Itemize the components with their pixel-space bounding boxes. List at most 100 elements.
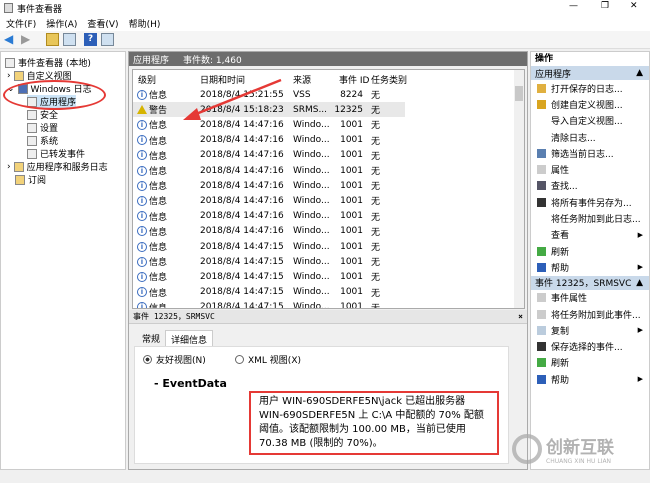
scroll-thumb[interactable] bbox=[515, 86, 523, 101]
event-detail-pane: 事件 12325，SRMSVC × 常规 详细信息 友好视图(N) XML 视图(… bbox=[129, 310, 527, 470]
cell-level: 信息 bbox=[149, 167, 168, 177]
watermark-logo: 创新互联 CHUANG XIN HU LIAN bbox=[512, 428, 647, 470]
action-item[interactable]: 查找... bbox=[531, 178, 649, 194]
table-row[interactable]: i 信息 2018/8/4 14:47:15 Windo... 1001 无 bbox=[133, 285, 405, 300]
logo-mark-icon bbox=[512, 434, 542, 464]
help-icon[interactable]: ? bbox=[84, 33, 97, 46]
menu-view[interactable]: 查看(V) bbox=[87, 17, 118, 30]
table-row[interactable]: i 信息 2018/8/4 14:47:16 Windo... 1001 无 bbox=[133, 224, 405, 239]
table-row[interactable]: i 信息 2018/8/4 14:47:16 Windo... 1001 无 bbox=[133, 133, 405, 148]
folder-icon[interactable] bbox=[46, 33, 59, 46]
action-item[interactable]: 清除日志... bbox=[531, 129, 649, 145]
table-row[interactable]: i 信息 2018/8/4 14:47:15 Windo... 1001 无 bbox=[133, 254, 405, 269]
tree-subscriptions[interactable]: 订阅 bbox=[15, 173, 46, 186]
info-icon: i bbox=[137, 241, 147, 252]
col-source[interactable]: 来源 bbox=[293, 73, 311, 86]
submenu-arrow-icon: ▶ bbox=[637, 326, 643, 335]
action-item[interactable]: 打开保存的日志... bbox=[531, 80, 649, 96]
tree-setup[interactable]: 设置 bbox=[27, 121, 58, 134]
table-row[interactable]: i 信息 2018/8/4 14:47:15 Windo... 1001 无 bbox=[133, 269, 405, 284]
cell-level: 信息 bbox=[149, 121, 168, 132]
minimize-button[interactable]: — bbox=[569, 1, 578, 11]
forward-icon[interactable]: ▶ bbox=[21, 33, 34, 46]
cell-date: 2018/8/4 14:47:16 bbox=[200, 180, 284, 191]
col-event-id[interactable]: 事件 ID bbox=[339, 73, 369, 86]
info-icon: i bbox=[137, 180, 147, 191]
cell-date: 2018/8/4 14:47:16 bbox=[200, 226, 284, 237]
action-item[interactable]: 保存选择的事件... bbox=[531, 338, 649, 354]
action-icon bbox=[537, 374, 546, 384]
cell-date: 2018/8/4 14:47:16 bbox=[200, 150, 284, 161]
action-item[interactable]: 将任务附加到此事件... bbox=[531, 306, 649, 322]
tree-app-services[interactable]: › 应用程序和服务日志 bbox=[7, 160, 108, 173]
table-row[interactable]: i 信息 2018/8/4 14:47:16 Windo... 1001 无 bbox=[133, 193, 405, 208]
cell-date: 2018/8/4 14:47:16 bbox=[200, 135, 284, 146]
info-icon: i bbox=[137, 226, 147, 237]
col-task[interactable]: 任务类别 bbox=[371, 73, 407, 86]
cell-source: Windo... bbox=[293, 241, 330, 252]
action-icon bbox=[537, 99, 546, 109]
tree-root[interactable]: 事件查看器 (本地) bbox=[5, 56, 91, 69]
action-item[interactable]: 刷新 bbox=[531, 243, 649, 259]
cell-event-id: 1001 bbox=[340, 150, 363, 161]
menu-action[interactable]: 操作(A) bbox=[46, 17, 77, 30]
close-detail-button[interactable]: × bbox=[518, 312, 523, 321]
action-icon bbox=[537, 246, 546, 256]
table-row[interactable]: i 信息 2018/8/4 14:47:15 Windo... 1001 无 bbox=[133, 300, 405, 308]
info-icon: i bbox=[137, 256, 147, 267]
table-row[interactable]: i 信息 2018/8/4 14:47:15 Windo... 1001 无 bbox=[133, 239, 405, 254]
action-item[interactable]: 创建自定义视图... bbox=[531, 96, 649, 112]
submenu-arrow-icon: ▶ bbox=[637, 375, 643, 384]
preview-pane-icon[interactable] bbox=[101, 33, 114, 46]
actions-title: 操作 bbox=[535, 54, 554, 64]
panel-icon[interactable] bbox=[63, 33, 76, 46]
action-icon bbox=[537, 148, 546, 158]
action-item[interactable]: 筛选当前日志... bbox=[531, 145, 649, 161]
collapse-icon[interactable]: ▲ bbox=[636, 278, 643, 288]
cell-event-id: 8224 bbox=[340, 89, 363, 100]
maximize-button[interactable]: ❐ bbox=[601, 1, 609, 11]
info-icon: i bbox=[137, 211, 147, 222]
radio-friendly[interactable]: 友好视图(N) bbox=[143, 353, 206, 366]
collapse-icon[interactable]: ▲ bbox=[636, 68, 643, 78]
action-item[interactable]: 属性 bbox=[531, 161, 649, 177]
tree-forwarded[interactable]: 已转发事件 bbox=[27, 147, 85, 160]
table-row[interactable]: i 信息 2018/8/4 14:47:16 Windo... 1001 无 bbox=[133, 148, 405, 163]
cell-date: 2018/8/4 14:47:15 bbox=[200, 271, 284, 282]
table-row[interactable]: i 信息 2018/8/4 14:47:16 Windo... 1001 无 bbox=[133, 209, 405, 224]
cell-source: SRMS... bbox=[293, 104, 328, 115]
tree-system[interactable]: 系统 bbox=[27, 134, 58, 147]
radio-xml[interactable]: XML 视图(X) bbox=[235, 353, 301, 366]
center-pane: 应用程序 事件数: 1,460 级别 日期和时间 来源 事件 ID 任务类别 i信… bbox=[128, 51, 528, 470]
action-item[interactable]: 帮助 ▶ bbox=[531, 259, 649, 275]
close-button[interactable]: ✕ bbox=[630, 1, 638, 11]
table-row[interactable]: i 信息 2018/8/4 14:47:16 Windo... 1001 无 bbox=[133, 163, 405, 178]
action-item[interactable]: 复制 ▶ bbox=[531, 322, 649, 338]
back-icon[interactable]: ◀ bbox=[4, 33, 17, 46]
action-item[interactable]: 查看 ▶ bbox=[531, 227, 649, 243]
actions-pane: 操作 应用程序 ▲ 打开保存的日志... 创建自定义视图... 导入自定义视图... 清… bbox=[530, 51, 650, 470]
action-item[interactable]: 将任务附加到此日志... bbox=[531, 210, 649, 226]
action-item[interactable]: 导入自定义视图... bbox=[531, 113, 649, 129]
menu-file[interactable]: 文件(F) bbox=[6, 17, 36, 30]
cell-task: 无 bbox=[371, 288, 381, 299]
actions-section-event[interactable]: 事件 12325，SRMSVC ▲ bbox=[531, 275, 649, 290]
cell-source: Windo... bbox=[293, 195, 330, 206]
col-level[interactable]: 级别 bbox=[138, 73, 156, 86]
menu-help[interactable]: 帮助(H) bbox=[129, 17, 161, 30]
app-icon bbox=[4, 3, 13, 13]
cell-task: 无 bbox=[371, 182, 381, 193]
cell-event-id: 1001 bbox=[340, 226, 363, 237]
actions-section-app[interactable]: 应用程序 ▲ bbox=[531, 66, 649, 80]
list-scrollbar[interactable] bbox=[514, 70, 524, 308]
action-item[interactable]: 事件属性 bbox=[531, 290, 649, 306]
cell-event-id: 1001 bbox=[340, 211, 363, 222]
action-item[interactable]: 将所有事件另存为... bbox=[531, 194, 649, 210]
log-icon bbox=[27, 148, 37, 159]
action-item[interactable]: 刷新 bbox=[531, 355, 649, 371]
action-icon bbox=[537, 262, 546, 272]
cell-source: Windo... bbox=[293, 119, 330, 130]
action-item[interactable]: 帮助 ▶ bbox=[531, 371, 649, 387]
action-icon bbox=[537, 342, 546, 352]
table-row[interactable]: i 信息 2018/8/4 14:47:16 Windo... 1001 无 bbox=[133, 178, 405, 193]
